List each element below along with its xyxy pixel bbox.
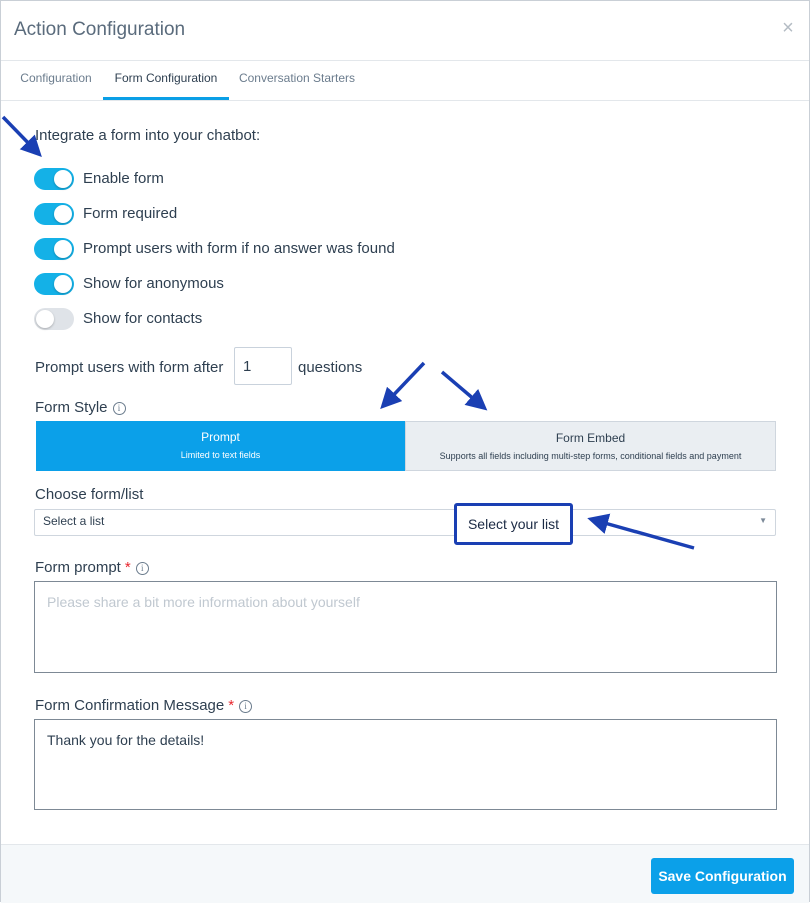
- tab-conversation-starters[interactable]: Conversation Starters: [231, 61, 363, 100]
- toggle-knob: [54, 205, 72, 223]
- prompt-no-answer-toggle[interactable]: [34, 238, 74, 260]
- select-value: Select a list: [43, 514, 105, 528]
- option-title: Prompt: [201, 430, 240, 444]
- form-style-label-row: Form Style i: [35, 399, 126, 416]
- form-style-prompt-option[interactable]: Prompt Limited to text fields: [36, 421, 405, 471]
- info-icon[interactable]: i: [135, 562, 149, 575]
- toggle-knob: [36, 310, 54, 328]
- modal-footer: Save Configuration: [1, 844, 809, 903]
- close-icon[interactable]: ×: [777, 17, 799, 39]
- toggle-knob: [54, 275, 72, 293]
- modal-header: Action Configuration ×: [1, 1, 809, 61]
- option-title: Form Embed: [555, 431, 626, 445]
- confirmation-label: Form Confirmation Message: [35, 697, 225, 714]
- form-intro-text: Integrate a form into your chatbot:: [35, 127, 261, 144]
- show-anonymous-toggle[interactable]: [34, 273, 74, 295]
- required-marker: *: [228, 697, 235, 714]
- save-configuration-button[interactable]: Save Configuration: [651, 858, 794, 894]
- info-icon[interactable]: i: [112, 402, 126, 415]
- prompt-after-prefix: Prompt users with form after: [35, 359, 224, 376]
- show-contacts-toggle[interactable]: [34, 308, 74, 330]
- select-your-list-callout: Select your list: [454, 503, 573, 545]
- form-prompt-label-row: Form prompt * i: [35, 559, 149, 576]
- tab-form-configuration[interactable]: Form Configuration: [103, 61, 229, 100]
- form-required-toggle[interactable]: [34, 203, 74, 225]
- enable-form-toggle[interactable]: [34, 168, 74, 190]
- form-prompt-textarea[interactable]: [34, 581, 777, 673]
- question-count-input[interactable]: [234, 347, 292, 385]
- confirmation-message-textarea[interactable]: Thank you for the details!: [34, 719, 777, 810]
- modal-title: Action Configuration: [14, 19, 186, 40]
- prompt-after-suffix: questions: [298, 359, 363, 376]
- list-select[interactable]: Select a list ▼: [34, 509, 776, 536]
- toggle-label: Enable form: [83, 170, 164, 187]
- choose-list-label: Choose form/list: [35, 486, 144, 503]
- tab-configuration[interactable]: Configuration: [10, 61, 102, 100]
- caret-down-icon: ▼: [759, 516, 767, 525]
- form-prompt-label: Form prompt: [35, 559, 121, 576]
- action-configuration-modal: Action Configuration × Configuration For…: [0, 0, 810, 903]
- toggle-knob: [54, 240, 72, 258]
- toggle-label: Show for contacts: [83, 310, 203, 327]
- toggle-label: Show for anonymous: [83, 275, 224, 292]
- confirmation-label-row: Form Confirmation Message * i: [35, 697, 253, 714]
- toggle-label: Prompt users with form if no answer was …: [83, 240, 395, 257]
- toggle-label: Form required: [83, 205, 178, 222]
- form-style-label: Form Style: [35, 399, 108, 416]
- option-subtitle: Supports all fields including multi-step…: [439, 451, 742, 461]
- toggle-knob: [54, 170, 72, 188]
- form-style-embed-option[interactable]: Form Embed Supports all fields including…: [405, 421, 776, 471]
- info-icon[interactable]: i: [239, 700, 253, 713]
- option-subtitle: Limited to text fields: [180, 450, 261, 460]
- tab-bar: Configuration Form Configuration Convers…: [1, 61, 809, 101]
- required-marker: *: [124, 559, 131, 576]
